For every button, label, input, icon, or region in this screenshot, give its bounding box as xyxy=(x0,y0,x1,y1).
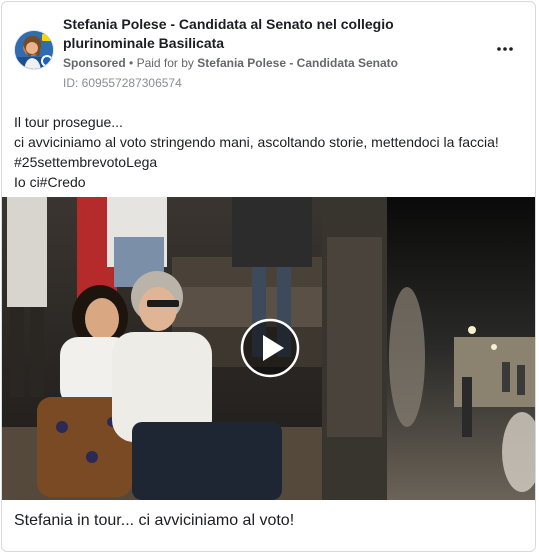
more-horizontal-icon xyxy=(497,47,513,51)
body-line: Io ci#Credo xyxy=(14,174,86,190)
page-name-link[interactable]: Stefania Polese - Candidata al Senato ne… xyxy=(63,15,483,53)
play-button[interactable] xyxy=(240,318,300,378)
ad-header: Stefania Polese - Candidata al Senato ne… xyxy=(2,2,535,98)
play-icon xyxy=(240,318,300,378)
ad-id: ID: 609557287306574 xyxy=(63,76,182,90)
sponsored-label: Sponsored xyxy=(63,56,126,70)
body-line: Il tour prosegue... xyxy=(14,114,123,130)
sponsored-line: Sponsored • Paid for by Stefania Polese … xyxy=(63,55,398,71)
video-caption: Stefania in tour... ci avviciniamo al vo… xyxy=(14,512,295,529)
avatar-image xyxy=(15,31,53,69)
body-line-hashtag[interactable]: #25settembrevotoLega xyxy=(14,152,524,172)
page-avatar[interactable] xyxy=(14,30,54,70)
paid-for-prefix: Paid for by xyxy=(136,56,194,70)
ad-card: Stefania Polese - Candidata al Senato ne… xyxy=(1,1,536,552)
advertiser-name[interactable]: Stefania Polese - Candidata Senato xyxy=(197,56,398,70)
ad-body-text: Il tour prosegue... ci avviciniamo al vo… xyxy=(14,112,524,192)
meta-separator: • xyxy=(129,56,134,70)
more-options-button[interactable] xyxy=(495,39,515,59)
body-line: ci avviciniamo al voto stringendo mani, … xyxy=(14,134,499,150)
video-player[interactable] xyxy=(2,197,535,500)
